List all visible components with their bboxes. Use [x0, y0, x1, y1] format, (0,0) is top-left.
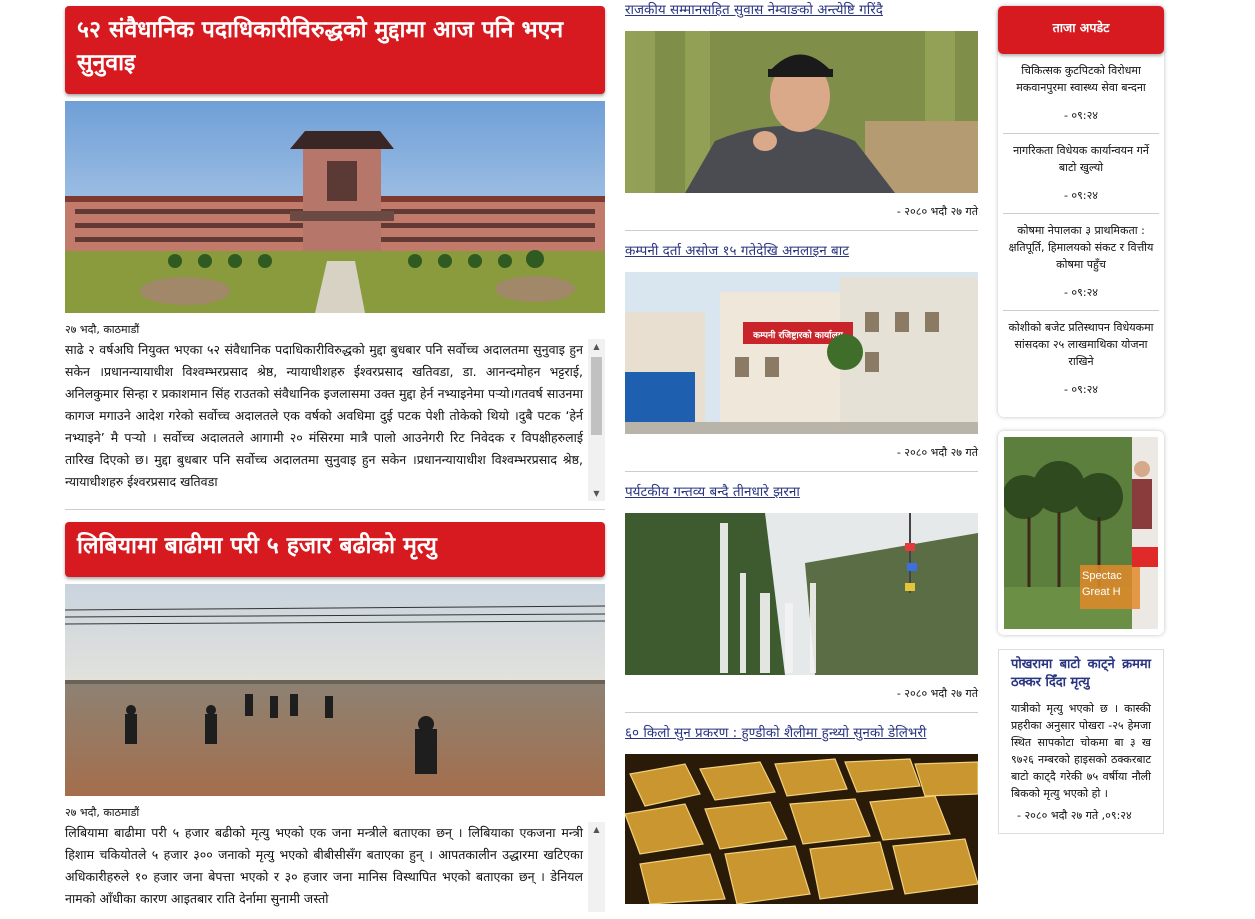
scroll-up-arrow-icon[interactable]: ▲: [588, 822, 605, 837]
update-time: - ०९:२४: [1063, 109, 1099, 122]
update-item[interactable]: चिकित्सक कुटपिटको विरोधमा मकवानपुरमा स्व…: [1003, 54, 1159, 134]
news-item-photo[interactable]: [625, 31, 978, 193]
update-time: - ०९:२४: [1063, 189, 1099, 202]
latest-updates-card: ताजा अपडेट चिकित्सक कुटपिटको विरोधमा मकव…: [998, 6, 1164, 417]
scrollbar[interactable]: ▲ ▼: [588, 339, 605, 501]
sidebar-story-title[interactable]: पोखरामा बाटो काट्ने क्रममा ठक्कर दिँदा म…: [1011, 656, 1151, 692]
sidebar-story-body: यात्रीको मृत्यु भएको छ । कास्की प्रहरीका…: [1011, 702, 1151, 800]
sidebar-story-card: पोखरामा बाटो काट्ने क्रममा ठक्कर दिँदा म…: [998, 649, 1164, 834]
story-body: लिबियामा बाढीमा परी ५ हजार बढीको मृत्यु …: [65, 825, 583, 906]
story-meta: २७ भदौ, काठमाडौं: [65, 806, 140, 819]
update-item[interactable]: नागरिकता विधेयक कार्यान्वयन गर्ने बाटो ख…: [1003, 134, 1159, 214]
advertisement-card[interactable]: Spectac Great H: [998, 431, 1164, 635]
sidebar-story-date: - २०८० भदौ २७ गते ,०९:२४: [1017, 809, 1132, 822]
story-body-scroll[interactable]: साढे २ वर्षअघि नियुक्त भएका ५२ संवैधानिक…: [65, 339, 605, 501]
update-time: - ०९:२४: [1063, 286, 1099, 299]
advertisement-image[interactable]: [1004, 437, 1158, 629]
main-stories-column: ५२ संवैधानिक पदाधिकारीविरुद्धको मुद्दामा…: [65, 6, 605, 912]
news-item-photo[interactable]: [625, 513, 978, 675]
latest-updates-heading: ताजा अपडेट: [998, 6, 1164, 54]
news-item-date: - २०८० भदौ २७ गते: [896, 687, 978, 700]
update-title[interactable]: नागरिकता विधेयक कार्यान्वयन गर्ने बाटो ख…: [1003, 142, 1159, 176]
news-item-date: - २०८० भदौ २७ गते: [896, 205, 978, 218]
story-body: साढे २ वर्षअघि नियुक्त भएका ५२ संवैधानिक…: [65, 342, 583, 489]
news-list-column: राजकीय सम्मानसहित सुवास नेम्वाङको अन्त्य…: [625, 0, 978, 904]
news-item: ६० किलो सुन प्रकरण : हुण्डीको शैलीमा हुन…: [625, 723, 978, 904]
scrollbar[interactable]: ▲: [588, 822, 605, 912]
divider: [625, 712, 978, 713]
update-title[interactable]: कोषमा नेपालका ३ प्राथमिकता : क्षतिपूर्ति…: [1003, 222, 1159, 273]
news-item-date: - २०८० भदौ २७ गते: [896, 446, 978, 459]
update-title[interactable]: चिकित्सक कुटपिटको विरोधमा मकवानपुरमा स्व…: [1003, 62, 1159, 96]
story-body-scroll[interactable]: लिबियामा बाढीमा परी ५ हजार बढीको मृत्यु …: [65, 822, 605, 912]
news-item-title[interactable]: ६० किलो सुन प्रकरण : हुण्डीको शैलीमा हुन…: [625, 723, 978, 743]
story-headline[interactable]: ५२ संवैधानिक पदाधिकारीविरुद्धको मुद्दामा…: [65, 6, 605, 94]
divider: [625, 230, 978, 231]
update-title[interactable]: कोशीको बजेट प्रतिस्थापन विधेयकमा सांसदका…: [1003, 319, 1159, 370]
news-item-title[interactable]: पर्यटकीय गन्तव्य बन्दै तीनधारे झरना: [625, 482, 978, 502]
advertisement-text: Spectac Great H: [1082, 570, 1122, 598]
supreme-court-photo[interactable]: [65, 101, 605, 313]
main-story: लिबियामा बाढीमा परी ५ हजार बढीको मृत्यु: [65, 522, 605, 912]
divider: [65, 509, 605, 510]
news-item-title[interactable]: राजकीय सम्मानसहित सुवास नेम्वाङको अन्त्य…: [625, 0, 978, 20]
scroll-thumb[interactable]: [591, 357, 602, 435]
divider: [625, 471, 978, 472]
sign-text: कम्पनी रजिष्ट्रारको कार्यालय: [752, 329, 844, 341]
update-time: - ०९:२४: [1063, 383, 1099, 396]
update-item[interactable]: कोशीको बजेट प्रतिस्थापन विधेयकमा सांसदका…: [1003, 311, 1159, 407]
story-meta: २७ भदौ, काठमाडौं: [65, 323, 140, 336]
news-item: पर्यटकीय गन्तव्य बन्दै तीनधारे झरना - २०…: [625, 482, 978, 713]
scroll-down-arrow-icon[interactable]: ▼: [588, 486, 605, 501]
news-item-title[interactable]: कम्पनी दर्ता असोज १५ गतेदेखि अनलाइन बाट: [625, 241, 978, 261]
scroll-up-arrow-icon[interactable]: ▲: [588, 339, 605, 354]
news-item-photo[interactable]: कम्पनी रजिष्ट्रारको कार्यालय: [625, 272, 978, 434]
libya-flood-photo[interactable]: [65, 584, 605, 796]
update-item[interactable]: कोषमा नेपालका ३ प्राथमिकता : क्षतिपूर्ति…: [1003, 214, 1159, 311]
main-story: ५२ संवैधानिक पदाधिकारीविरुद्धको मुद्दामा…: [65, 6, 605, 510]
news-item: राजकीय सम्मानसहित सुवास नेम्वाङको अन्त्य…: [625, 0, 978, 231]
news-item: कम्पनी दर्ता असोज १५ गतेदेखि अनलाइन बाट …: [625, 241, 978, 472]
sidebar: ताजा अपडेट चिकित्सक कुटपिटको विरोधमा मकव…: [998, 6, 1164, 834]
news-item-photo[interactable]: [625, 754, 978, 904]
story-headline[interactable]: लिबियामा बाढीमा परी ५ हजार बढीको मृत्यु: [65, 522, 605, 577]
